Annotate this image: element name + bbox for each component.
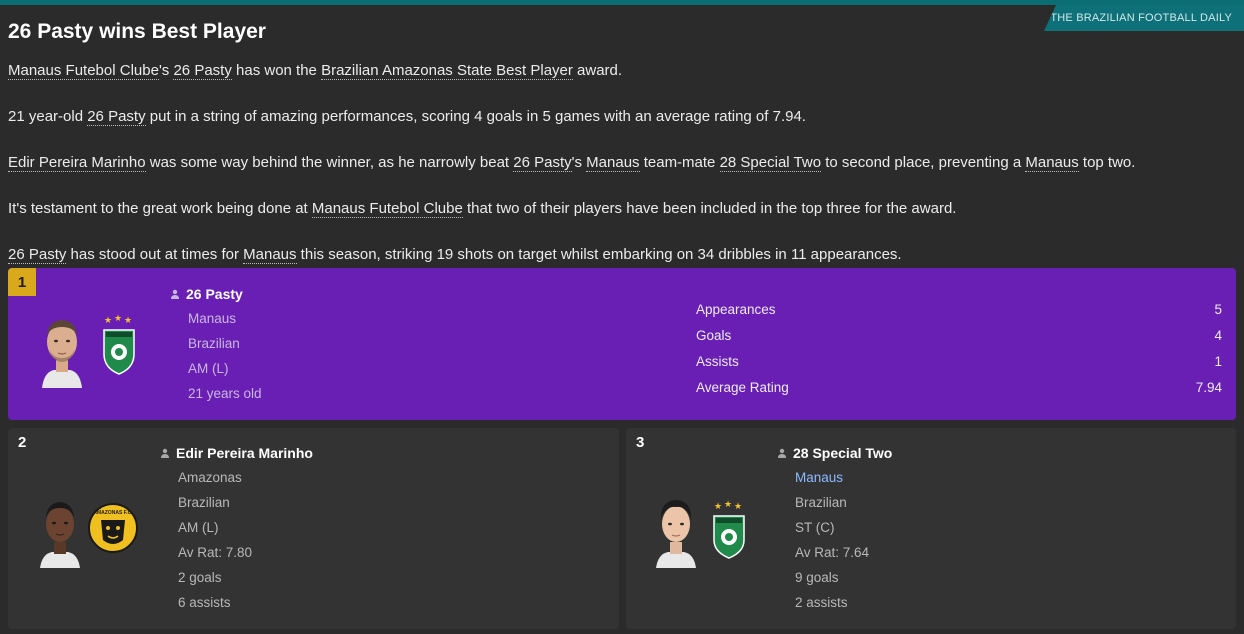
player-goals: 2 goals [178,570,222,585]
player-position: AM (L) [178,520,219,535]
player-assists: 2 assists [795,595,848,610]
top-accent-bar [0,0,1244,5]
player-position: ST (C) [795,520,835,535]
stat-row-assists: Assists 1 [696,353,1222,369]
svg-text:AMAZONAS F.C.: AMAZONAS F.C. [93,510,133,516]
source-label: THE BRAZILIAN FOOTBALL DAILY [1050,12,1232,24]
player-rating: Av Rat: 7.64 [795,545,870,560]
player-name[interactable]: Edir Pereira Marinho [160,445,313,461]
player-link[interactable]: Edir Pereira Marinho [8,154,146,172]
player-club[interactable]: Amazonas [178,470,242,485]
player-name[interactable]: 28 Special Two [777,445,892,461]
amazonas-crest-icon: AMAZONAS F.C. [88,503,138,553]
rank-label: 2 [18,434,27,451]
svg-text:★: ★ [724,500,732,509]
club-link[interactable]: Manaus Futebol Clube [311,200,463,218]
club-link[interactable]: Manaus [243,246,297,264]
club-link[interactable]: Manaus [586,154,640,172]
article-paragraph-4: It's testament to the great work being d… [8,200,957,218]
player-goals: 9 goals [795,570,839,585]
svg-text:★: ★ [104,315,112,325]
person-icon [171,289,179,299]
player-link[interactable]: 28 Special Two [719,154,822,172]
club-link[interactable]: Manaus Futebol Clube [8,62,159,80]
manaus-crest-icon: ★ ★ ★ [713,500,745,559]
player-name[interactable]: 26 Pasty [170,286,243,302]
svg-text:★: ★ [734,501,742,511]
player-face-icon [42,320,82,388]
rank-label: 3 [636,434,645,451]
article-paragraph-1: Manaus Futebol Clube's 26 Pasty has won … [8,62,623,80]
player-link[interactable]: 26 Pasty [87,108,146,126]
player-rating: Av Rat: 7.80 [178,545,253,560]
player-position: AM (L) [188,361,229,376]
player-nationality: Brazilian [795,495,847,510]
player-nationality: Brazilian [188,336,240,351]
person-icon [161,448,169,458]
player-age: 21 years old [188,386,262,401]
svg-text:★: ★ [714,501,722,511]
article-paragraph-3: Edir Pereira Marinho was some way behind… [8,154,1136,172]
player-link[interactable]: 26 Pasty [8,246,67,264]
svg-text:★: ★ [124,315,132,325]
rank-badge: 1 [8,268,36,296]
player-club-link[interactable]: Manaus [188,311,236,326]
player-face-icon [40,502,80,568]
article-paragraph-5: 26 Pasty has stood out at times for Mana… [8,246,902,264]
stat-row-appearances: Appearances 5 [696,301,1222,317]
third-place-card: 3 ★ ★ ★ 28 Special Two Manaus Brazilian ST… [626,428,1236,629]
news-headline: 26 Pasty wins Best Player [8,20,266,43]
player-face-icon [656,500,696,568]
winner-card: 1 ★ ★ ★ 26 Pasty Manaus Brazilian AM (L) 2… [8,268,1236,420]
winner-stats-table: Appearances 5 Goals 4 Assists 1 Average Rat… [696,296,1222,400]
player-nationality: Brazilian [178,495,230,510]
manaus-crest-icon: ★ ★ ★ [103,314,135,375]
second-place-card: 2 AMAZONAS F.C. Edir Pereira Marinho Ama… [8,428,619,629]
player-link[interactable]: 26 Pasty [173,62,232,80]
stat-row-goals: Goals 4 [696,327,1222,343]
player-assists: 6 assists [178,595,231,610]
player-club-link[interactable]: Manaus [795,470,843,485]
article-paragraph-2: 21 year-old 26 Pasty put in a string of … [8,108,806,126]
person-icon [778,448,786,458]
club-link[interactable]: Manaus [1025,154,1079,172]
stat-row-average-rating: Average Rating 7.94 [696,379,1222,395]
player-link[interactable]: 26 Pasty [513,154,572,172]
svg-text:★: ★ [114,314,122,323]
source-tab[interactable]: THE BRAZILIAN FOOTBALL DAILY [1044,5,1244,31]
award-link[interactable]: Brazilian Amazonas State Best Player [321,62,573,80]
